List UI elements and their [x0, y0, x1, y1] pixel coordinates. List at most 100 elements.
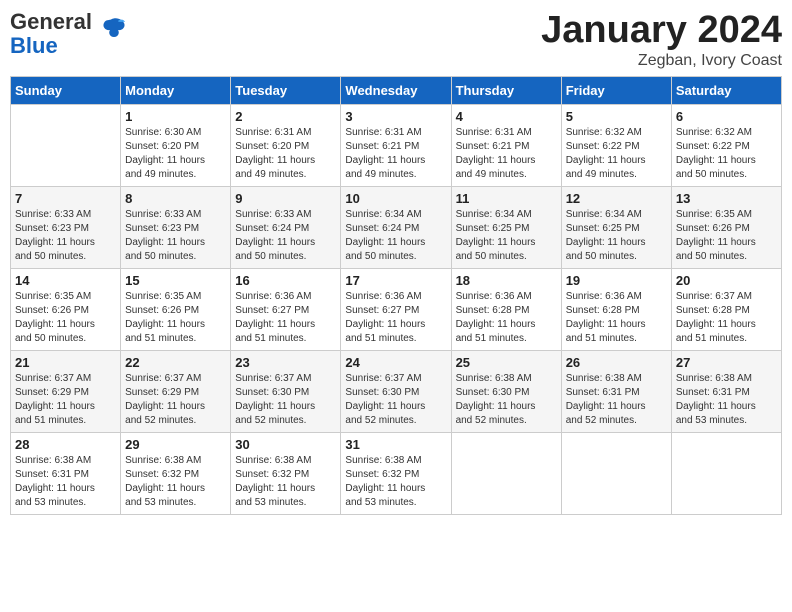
day-info: Sunrise: 6:37 AM Sunset: 6:29 PM Dayligh… [15, 372, 116, 428]
day-info: Sunrise: 6:36 AM Sunset: 6:27 PM Dayligh… [235, 290, 336, 346]
day-number: 23 [235, 355, 336, 370]
logo-general: General [10, 9, 92, 34]
title-area: January 2024 Zegban, Ivory Coast [541, 10, 782, 70]
table-row [561, 432, 671, 514]
table-row: 11Sunrise: 6:34 AM Sunset: 6:25 PM Dayli… [451, 186, 561, 268]
table-row: 6 Sunrise: 6:32 AM Sunset: 6:22 PM Daylig… [671, 104, 781, 186]
table-row: 13 Sunrise: 6:35 AM Sunset: 6:26 PM Dayli… [671, 186, 781, 268]
day-number: 17 [345, 273, 446, 288]
logo-area: General Blue [10, 10, 126, 58]
calendar-week-row: 28 Sunrise: 6:38 AM Sunset: 6:31 PM Dayli… [11, 432, 782, 514]
calendar-table: Sunday Monday Tuesday Wednesday Thursday… [10, 76, 782, 515]
day-info: Sunrise: 6:32 AM Sunset: 6:22 PM Dayligh… [566, 126, 667, 182]
day-number: 8 [125, 191, 226, 206]
calendar-week-row: 21 Sunrise: 6:37 AM Sunset: 6:29 PM Dayli… [11, 350, 782, 432]
day-info: Sunrise: 6:38 AM Sunset: 6:31 PM Dayligh… [676, 372, 777, 428]
day-number: 5 [566, 109, 667, 124]
day-number: 11 [456, 191, 557, 206]
table-row: 25Sunrise: 6:38 AM Sunset: 6:30 PM Dayli… [451, 350, 561, 432]
day-number: 24 [345, 355, 446, 370]
day-info: Sunrise: 6:33 AM Sunset: 6:23 PM Dayligh… [15, 208, 116, 264]
day-number: 21 [15, 355, 116, 370]
logo-blue: Blue [10, 33, 58, 58]
calendar-week-row: 1Sunrise: 6:30 AM Sunset: 6:20 PM Daylig… [11, 104, 782, 186]
logo-bird-icon [98, 15, 126, 43]
day-number: 29 [125, 437, 226, 452]
table-row: 23 Sunrise: 6:37 AM Sunset: 6:30 PM Dayli… [231, 350, 341, 432]
day-info: Sunrise: 6:31 AM Sunset: 6:20 PM Dayligh… [235, 126, 336, 182]
day-number: 14 [15, 273, 116, 288]
table-row: 16 Sunrise: 6:36 AM Sunset: 6:27 PM Dayli… [231, 268, 341, 350]
day-info: Sunrise: 6:36 AM Sunset: 6:28 PM Dayligh… [456, 290, 557, 346]
table-row: 5 Sunrise: 6:32 AM Sunset: 6:22 PM Daylig… [561, 104, 671, 186]
location-subtitle: Zegban, Ivory Coast [541, 52, 782, 70]
table-row: 9Sunrise: 6:33 AM Sunset: 6:24 PM Daylig… [231, 186, 341, 268]
day-number: 7 [15, 191, 116, 206]
day-number: 6 [676, 109, 777, 124]
day-number: 13 [676, 191, 777, 206]
day-info: Sunrise: 6:38 AM Sunset: 6:32 PM Dayligh… [345, 454, 446, 510]
day-number: 19 [566, 273, 667, 288]
table-row: 30Sunrise: 6:38 AM Sunset: 6:32 PM Dayli… [231, 432, 341, 514]
calendar-week-row: 14 Sunrise: 6:35 AM Sunset: 6:26 PM Dayli… [11, 268, 782, 350]
table-row: 15Sunrise: 6:35 AM Sunset: 6:26 PM Dayli… [121, 268, 231, 350]
col-tuesday: Tuesday [231, 76, 341, 104]
col-sunday: Sunday [11, 76, 121, 104]
table-row: 28 Sunrise: 6:38 AM Sunset: 6:31 PM Dayli… [11, 432, 121, 514]
day-number: 18 [456, 273, 557, 288]
day-info: Sunrise: 6:33 AM Sunset: 6:24 PM Dayligh… [235, 208, 336, 264]
calendar-header-row: Sunday Monday Tuesday Wednesday Thursday… [11, 76, 782, 104]
table-row: 19 Sunrise: 6:36 AM Sunset: 6:28 PM Dayli… [561, 268, 671, 350]
table-row [11, 104, 121, 186]
table-row: 24 Sunrise: 6:37 AM Sunset: 6:30 PM Dayli… [341, 350, 451, 432]
table-row: 3 Sunrise: 6:31 AM Sunset: 6:21 PM Daylig… [341, 104, 451, 186]
table-row: 17 Sunrise: 6:36 AM Sunset: 6:27 PM Dayli… [341, 268, 451, 350]
table-row: 31 Sunrise: 6:38 AM Sunset: 6:32 PM Dayli… [341, 432, 451, 514]
table-row: 26Sunrise: 6:38 AM Sunset: 6:31 PM Dayli… [561, 350, 671, 432]
day-number: 3 [345, 109, 446, 124]
day-info: Sunrise: 6:31 AM Sunset: 6:21 PM Dayligh… [456, 126, 557, 182]
day-info: Sunrise: 6:33 AM Sunset: 6:23 PM Dayligh… [125, 208, 226, 264]
day-info: Sunrise: 6:35 AM Sunset: 6:26 PM Dayligh… [676, 208, 777, 264]
day-number: 31 [345, 437, 446, 452]
col-saturday: Saturday [671, 76, 781, 104]
day-info: Sunrise: 6:38 AM Sunset: 6:32 PM Dayligh… [125, 454, 226, 510]
table-row: 18 Sunrise: 6:36 AM Sunset: 6:28 PM Dayli… [451, 268, 561, 350]
col-wednesday: Wednesday [341, 76, 451, 104]
day-number: 1 [125, 109, 226, 124]
day-info: Sunrise: 6:38 AM Sunset: 6:31 PM Dayligh… [15, 454, 116, 510]
day-number: 16 [235, 273, 336, 288]
table-row: 2Sunrise: 6:31 AM Sunset: 6:20 PM Daylig… [231, 104, 341, 186]
day-info: Sunrise: 6:35 AM Sunset: 6:26 PM Dayligh… [125, 290, 226, 346]
table-row [451, 432, 561, 514]
day-number: 4 [456, 109, 557, 124]
day-number: 12 [566, 191, 667, 206]
table-row: 12 Sunrise: 6:34 AM Sunset: 6:25 PM Dayli… [561, 186, 671, 268]
day-info: Sunrise: 6:34 AM Sunset: 6:25 PM Dayligh… [566, 208, 667, 264]
logo-text: General Blue [10, 10, 92, 58]
col-monday: Monday [121, 76, 231, 104]
day-number: 10 [345, 191, 446, 206]
day-info: Sunrise: 6:36 AM Sunset: 6:27 PM Dayligh… [345, 290, 446, 346]
day-number: 26 [566, 355, 667, 370]
day-info: Sunrise: 6:37 AM Sunset: 6:30 PM Dayligh… [235, 372, 336, 428]
calendar-week-row: 7 Sunrise: 6:33 AM Sunset: 6:23 PM Daylig… [11, 186, 782, 268]
col-thursday: Thursday [451, 76, 561, 104]
day-info: Sunrise: 6:34 AM Sunset: 6:24 PM Dayligh… [345, 208, 446, 264]
day-info: Sunrise: 6:38 AM Sunset: 6:30 PM Dayligh… [456, 372, 557, 428]
table-row: 14 Sunrise: 6:35 AM Sunset: 6:26 PM Dayli… [11, 268, 121, 350]
day-info: Sunrise: 6:32 AM Sunset: 6:22 PM Dayligh… [676, 126, 777, 182]
col-friday: Friday [561, 76, 671, 104]
table-row [671, 432, 781, 514]
day-number: 22 [125, 355, 226, 370]
table-row: 10 Sunrise: 6:34 AM Sunset: 6:24 PM Dayli… [341, 186, 451, 268]
day-info: Sunrise: 6:37 AM Sunset: 6:30 PM Dayligh… [345, 372, 446, 428]
day-info: Sunrise: 6:35 AM Sunset: 6:26 PM Dayligh… [15, 290, 116, 346]
table-row: 21 Sunrise: 6:37 AM Sunset: 6:29 PM Dayli… [11, 350, 121, 432]
day-number: 28 [15, 437, 116, 452]
day-info: Sunrise: 6:36 AM Sunset: 6:28 PM Dayligh… [566, 290, 667, 346]
day-info: Sunrise: 6:38 AM Sunset: 6:32 PM Dayligh… [235, 454, 336, 510]
day-info: Sunrise: 6:37 AM Sunset: 6:29 PM Dayligh… [125, 372, 226, 428]
table-row: 27Sunrise: 6:38 AM Sunset: 6:31 PM Dayli… [671, 350, 781, 432]
day-info: Sunrise: 6:31 AM Sunset: 6:21 PM Dayligh… [345, 126, 446, 182]
